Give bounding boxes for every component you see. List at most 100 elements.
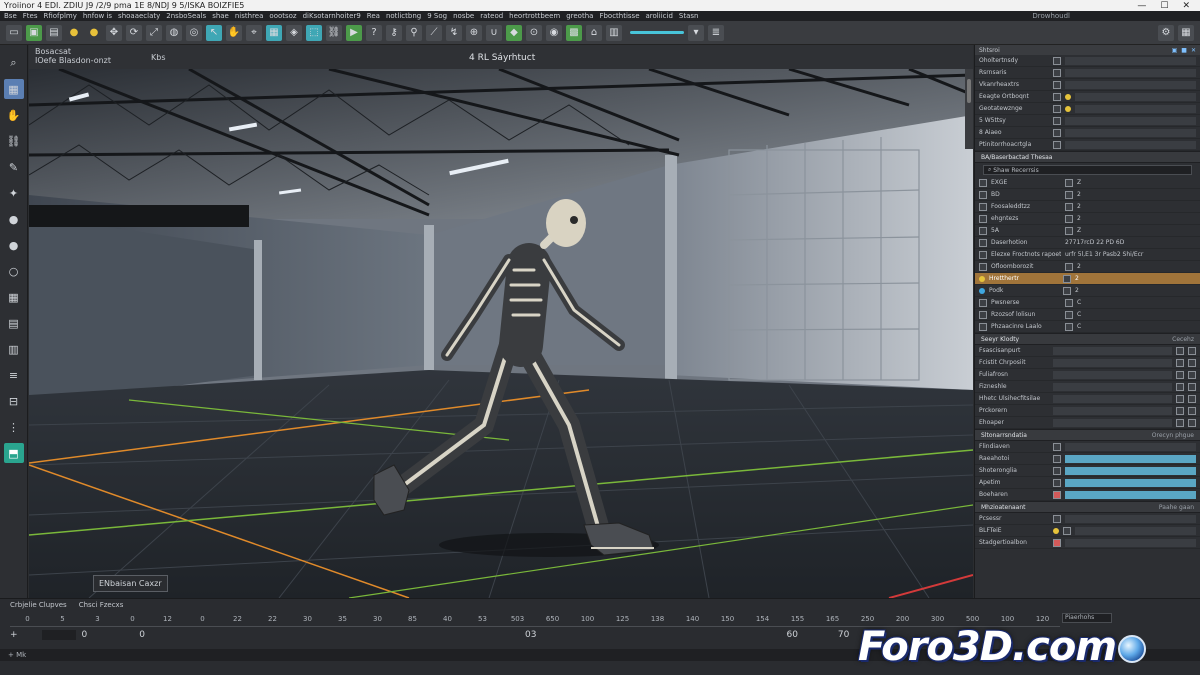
outliner-row[interactable]: Geotatewznge xyxy=(975,103,1200,115)
viewport-mode[interactable]: Kbs xyxy=(151,53,166,62)
menu-item[interactable]: 9 Sog xyxy=(427,12,447,20)
menu-item[interactable]: diKsotarnhoiter9 xyxy=(303,12,361,20)
render-icon[interactable]: ▦ xyxy=(266,24,282,41)
path-icon[interactable]: ↯ xyxy=(446,24,462,41)
timeline-icon[interactable]: ⊟ xyxy=(4,391,24,411)
checkbox[interactable] xyxy=(1053,68,1061,77)
tab-effects[interactable]: Chsci Fzecxs xyxy=(79,601,124,609)
shield-icon[interactable]: ◆ xyxy=(506,24,522,41)
anim-row[interactable]: Flindiaven xyxy=(975,441,1200,453)
scale-icon[interactable]: ⤢ xyxy=(146,24,162,41)
menu-item[interactable]: shae xyxy=(212,12,229,20)
checkbox[interactable] xyxy=(1053,56,1061,65)
menu-item[interactable]: rateod xyxy=(480,12,503,20)
timeline-status-label[interactable]: + Mk xyxy=(8,651,26,659)
property-row[interactable]: Ofloomborozit 2 xyxy=(975,261,1200,273)
property-row[interactable]: Elezxe Froctnots rapoetg urfr 5l,E1 3r Pa… xyxy=(975,249,1200,261)
outliner-row[interactable]: Vkanrheaxtrs xyxy=(975,79,1200,91)
property-row[interactable]: Daserhotion 27717rcD 22 PD 6D xyxy=(975,237,1200,249)
stack-icon[interactable]: ≡ xyxy=(4,365,24,385)
select-tool-icon[interactable]: ▭ xyxy=(6,24,22,41)
play-icon[interactable]: ▶ xyxy=(346,24,362,41)
panel-icon[interactable]: ▥ xyxy=(4,339,24,359)
open-icon[interactable]: ▤ xyxy=(46,24,62,41)
chevron-down-icon[interactable]: ▾ xyxy=(688,24,704,41)
property-row[interactable]: BD 2 xyxy=(975,189,1200,201)
menu-item[interactable]: Rfiofplmy xyxy=(44,12,77,20)
folder-icon[interactable]: ▥ xyxy=(606,24,622,41)
property-row[interactable]: ehgntezs 2 xyxy=(975,213,1200,225)
sphere-icon[interactable]: ● xyxy=(4,209,24,229)
circle-icon[interactable]: ○ xyxy=(4,261,24,281)
gear-icon[interactable]: ⚙ xyxy=(1158,24,1174,41)
bone-row[interactable]: Fcistit Chrposiit xyxy=(975,357,1200,369)
anim-row[interactable]: Apetim xyxy=(975,477,1200,489)
property-row[interactable]: 5A Z xyxy=(975,225,1200,237)
menu-item[interactable]: nosbe xyxy=(453,12,474,20)
globe-icon[interactable]: ◍ xyxy=(166,24,182,41)
menu-item[interactable]: nisthrea xyxy=(235,12,264,20)
light-icon[interactable]: ● xyxy=(66,25,82,41)
frame-rate-slider[interactable] xyxy=(630,31,684,34)
viewport-panel-subtitle[interactable]: IOefe Blasdon-onzt xyxy=(35,56,111,65)
outliner-row[interactable]: Ptinitorrhoacrtgla xyxy=(975,139,1200,151)
layout-icon[interactable]: ▤ xyxy=(4,313,24,333)
anim-row[interactable]: Shoteronglia xyxy=(975,465,1200,477)
export-icon[interactable]: ▩ xyxy=(566,24,582,41)
outliner-row[interactable]: Eeagte Ortboqnt xyxy=(975,91,1200,103)
workspace-label[interactable]: Drowhoudl xyxy=(1032,12,1200,20)
menu-item[interactable]: Fbocthtisse xyxy=(599,12,639,20)
bone-row[interactable]: Hhetc Ulsihecfitsilae xyxy=(975,393,1200,405)
checkbox[interactable] xyxy=(1053,92,1061,101)
new-scene-icon[interactable]: ▣ xyxy=(26,24,42,41)
grid-tool-icon[interactable]: ▦ xyxy=(4,287,24,307)
bone-row[interactable]: Fuliafrosn xyxy=(975,369,1200,381)
outliner-row[interactable]: Oholtertnsdy xyxy=(975,55,1200,67)
minimize-button[interactable]: — xyxy=(1137,1,1146,11)
bone-row[interactable]: Fizneshle xyxy=(975,381,1200,393)
anim-row[interactable]: Boeharen xyxy=(975,489,1200,501)
checkbox[interactable] xyxy=(1053,140,1061,149)
grid-icon[interactable]: ▦ xyxy=(1178,24,1194,41)
pen-icon[interactable]: ✎ xyxy=(4,157,24,177)
menu-item[interactable]: notlictbng xyxy=(386,12,421,20)
menu-item[interactable]: Bse xyxy=(4,12,17,20)
link-tool-icon[interactable]: ⛓ xyxy=(4,131,24,151)
options-icon[interactable]: ⋮ xyxy=(4,417,24,437)
timeline-field[interactable]: Piaerhohs xyxy=(1062,613,1112,623)
maximize-button[interactable]: ☐ xyxy=(1160,1,1168,11)
camera-icon[interactable]: ◎ xyxy=(186,24,202,41)
close-button[interactable]: ✕ xyxy=(1182,1,1190,11)
hand-icon[interactable]: ✋ xyxy=(226,24,242,41)
sun-icon[interactable]: ● xyxy=(86,25,102,41)
bottom-row[interactable]: BLFTeiE xyxy=(975,525,1200,537)
property-row[interactable]: Pwsnerse C xyxy=(975,297,1200,309)
anim-row[interactable]: Raeahotoi xyxy=(975,453,1200,465)
eye-icon[interactable]: ◉ xyxy=(546,24,562,41)
menu-item[interactable]: Stasn xyxy=(679,12,699,20)
camera-label[interactable]: 4 RL Sáyrhtuct xyxy=(469,53,535,63)
ik-icon[interactable]: ⟋ xyxy=(426,24,442,41)
viewport-scrollbar[interactable] xyxy=(965,69,973,149)
sparkle-icon[interactable]: ✦ xyxy=(4,183,24,203)
help-icon[interactable]: ? xyxy=(366,24,382,41)
magnet-icon[interactable]: ∪ xyxy=(486,24,502,41)
lock-icon[interactable]: ■ xyxy=(1181,47,1187,54)
close-icon[interactable]: ✕ xyxy=(1191,47,1196,54)
bone-icon[interactable]: ⚲ xyxy=(406,24,422,41)
menu-item[interactable]: greotha xyxy=(566,12,593,20)
frame-icon[interactable]: ⬚ xyxy=(306,24,322,41)
point-icon[interactable]: ● xyxy=(4,235,24,255)
snap-icon[interactable]: ⌖ xyxy=(246,24,262,41)
property-row-selected[interactable]: Hretthertr 2 xyxy=(975,273,1200,285)
property-row[interactable]: Rzozsof lolisun C xyxy=(975,309,1200,321)
checkbox[interactable] xyxy=(1053,116,1061,125)
section-header[interactable]: Seeyr Klodty Cecehz xyxy=(975,333,1200,345)
3d-viewport[interactable]: Bosacsat IOefe Blasdon-onzt Kbs 4 RL Sáy… xyxy=(29,45,973,598)
menu-item[interactable]: oootsoz xyxy=(269,12,296,20)
menu-item[interactable]: heortrottbeem xyxy=(509,12,560,20)
rotate-icon[interactable]: ⟳ xyxy=(126,24,142,41)
tab-curves[interactable]: Crbjelie Clupves xyxy=(10,601,67,609)
checkbox[interactable] xyxy=(1053,104,1061,113)
key-icon[interactable]: ⚷ xyxy=(386,24,402,41)
